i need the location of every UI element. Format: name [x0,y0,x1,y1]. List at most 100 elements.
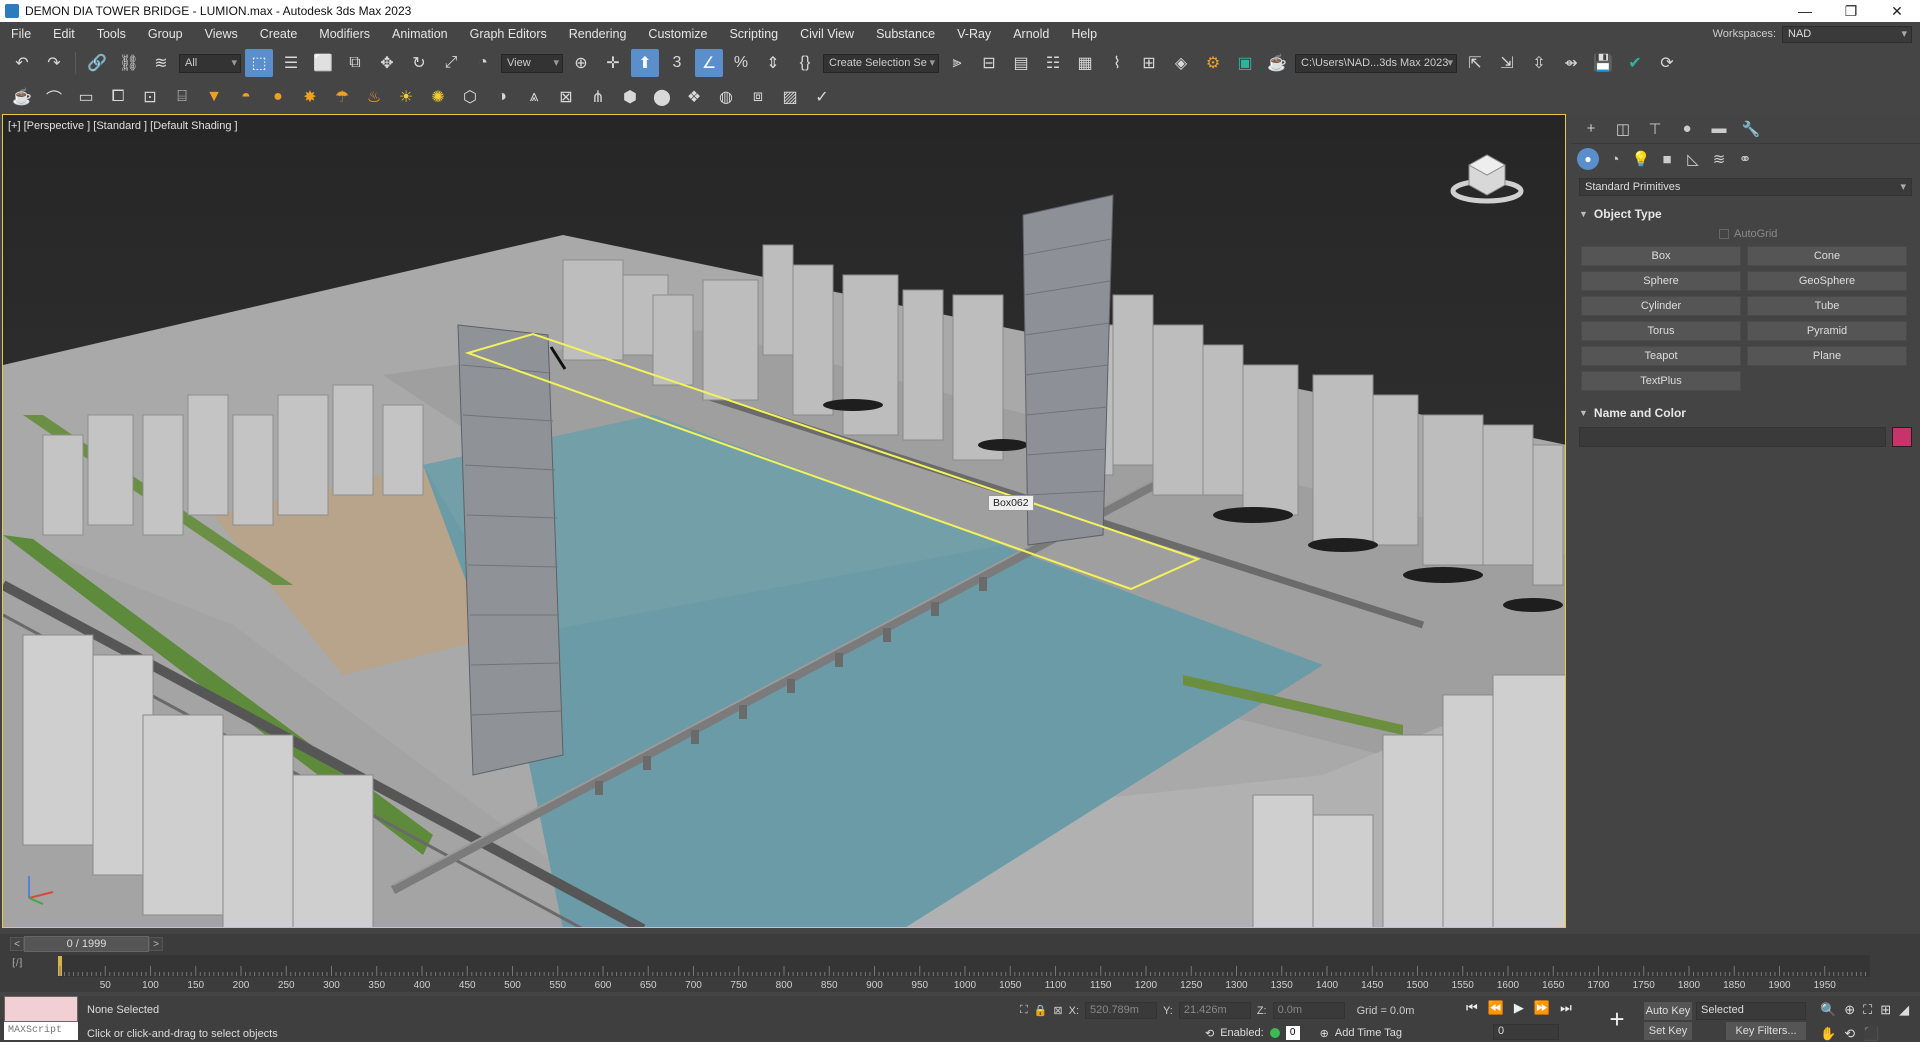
next-frame-icon[interactable]: > [149,937,163,951]
sphere-button[interactable]: Sphere [1581,271,1741,291]
primitive-category-dropdown[interactable]: Standard Primitives [1579,178,1912,196]
schematic-view-icon[interactable]: ⊞ [1135,49,1163,77]
project-icon-3[interactable]: ⇳ [1525,49,1553,77]
project-folder-dropdown[interactable]: C:\Users\NAD...3ds Max 2023 [1295,53,1457,73]
mesh-light-icon[interactable]: ✸ [296,83,324,111]
box-button[interactable]: Box [1581,246,1741,266]
geosphere-button[interactable]: GeoSphere [1747,271,1907,291]
sphere-light-icon[interactable]: ● [264,83,292,111]
box-icon[interactable]: ▭ [72,83,100,111]
percent-snap-icon[interactable]: % [727,49,755,77]
cylinder-button[interactable]: Cylinder [1581,296,1741,316]
vray-clipper-icon[interactable]: ⊠ [552,83,580,111]
sync-icon[interactable]: ⟳ [1653,49,1681,77]
go-to-start-icon[interactable]: ⏮ [1466,1000,1478,1016]
maxscript-listener[interactable]: MAXScript [4,996,78,1042]
textplus-button[interactable]: TextPlus [1581,371,1741,391]
layer-explorer-icon[interactable]: ☷ [1039,49,1067,77]
cameras-icon[interactable]: ■ [1657,151,1677,168]
rotate-icon[interactable]: ↻ [405,49,433,77]
move-icon[interactable]: ✥ [373,49,401,77]
select-manipulate-icon[interactable]: ✛ [599,49,627,77]
display-tab-icon[interactable]: ▬ [1709,120,1729,137]
vray-volume-icon[interactable]: ⬢ [616,83,644,111]
menu-graph-editors[interactable]: Graph Editors [459,27,558,41]
set-key-big-icon[interactable]: + [1600,1002,1634,1036]
helpers-icon[interactable]: ◺ [1683,150,1703,168]
space-warps-icon[interactable]: ≋ [1709,150,1729,168]
isolate-icon[interactable]: ⛶ [1020,1004,1028,1017]
spinner-snap-icon[interactable]: ⇕ [759,49,787,77]
window-crossing-icon[interactable]: ⧉ [341,49,369,77]
lock-icon[interactable]: 🔒 [1034,1004,1048,1017]
field-of-view-icon[interactable]: ◢ [1899,1002,1909,1018]
cone-button[interactable]: Cone [1747,246,1907,266]
prev-frame-icon[interactable]: < [10,937,24,951]
hierarchy-tab-icon[interactable]: ⊤ [1645,120,1665,138]
menu-help[interactable]: Help [1060,27,1108,41]
ies-light-icon[interactable]: ♨ [360,83,388,111]
mesh-icon[interactable]: ⊡ [136,83,164,111]
previous-frame-icon[interactable]: ⏪ [1488,1000,1504,1016]
curve-editor-icon[interactable]: ⌇ [1103,49,1131,77]
save-icon[interactable]: 💾 [1589,49,1617,77]
auto-key-button[interactable]: Auto Key [1644,1002,1692,1020]
lights-icon[interactable]: 💡 [1631,150,1651,168]
current-frame-field[interactable]: 0 [1493,1024,1559,1040]
utilities-tab-icon[interactable]: 🔧 [1741,120,1761,138]
menu-animation[interactable]: Animation [381,27,459,41]
vray-scatter-icon[interactable]: ⋔ [584,83,612,111]
perspective-viewport[interactable]: [+] [Perspective ] [Standard ] [Default … [2,114,1566,928]
play-icon[interactable]: ▶ [1514,1000,1524,1016]
angle-snap-icon[interactable]: ∠ [695,49,723,77]
redo-icon[interactable]: ↷ [40,49,68,77]
menu-edit[interactable]: Edit [42,27,86,41]
mirror-icon[interactable]: ⫸ [943,49,971,77]
track-bar[interactable]: ⁅/⁆ 50 100 150 200 250 300 350 400 450 500 550 600 6… [0,954,1920,992]
bind-spacewarp-icon[interactable]: ≋ [147,49,175,77]
menu-rendering[interactable]: Rendering [558,27,638,41]
pan-icon[interactable]: ✋ [1820,1026,1836,1042]
material-library-icon[interactable]: ❖ [680,83,708,111]
menu-arnold[interactable]: Arnold [1002,27,1060,41]
menu-group[interactable]: Group [137,27,194,41]
render-setup-icon[interactable]: ⚙ [1199,49,1227,77]
modify-tab-icon[interactable]: ◫ [1613,120,1633,138]
zoom-extents-icon[interactable]: ⛶ [1863,1002,1872,1018]
project-icon-1[interactable]: ⇱ [1461,49,1489,77]
enabled-status-icon[interactable] [1269,1028,1280,1038]
menu-create[interactable]: Create [249,27,309,41]
x-coordinate-field[interactable]: 520.789m [1085,1002,1158,1019]
viewcube[interactable] [1449,145,1525,208]
key-selection-dropdown[interactable]: Selected [1696,1002,1806,1020]
menu-file[interactable]: File [0,27,42,41]
maxscript-input[interactable] [4,996,78,1022]
viewport-label[interactable]: [+] [Perspective ] [Standard ] [Default … [8,120,238,132]
go-to-end-icon[interactable]: ⏭ [1560,1000,1572,1016]
zoom-all-icon[interactable]: ⊕ [1844,1002,1855,1018]
light-plane-icon[interactable]: ▼ [200,83,228,111]
teapot-icon[interactable]: ☕ [8,83,36,111]
unlink-icon[interactable]: ⛓ [115,49,143,77]
create-tab-icon[interactable]: + [1581,120,1601,137]
reference-coordinate-dropdown[interactable]: View [501,53,563,73]
spot-light-icon[interactable]: ☂ [328,83,356,111]
menu-substance[interactable]: Substance [865,27,946,41]
vray-plane-icon[interactable]: ◑ [488,83,516,111]
toggle-ribbon-icon[interactable]: ▦ [1071,49,1099,77]
plane-button[interactable]: Plane [1747,346,1907,366]
camera-icon[interactable]: ⌸ [168,83,196,111]
time-slider[interactable]: 0 / 1999 [24,936,149,952]
torus-button[interactable]: Torus [1581,321,1741,341]
material-editor-icon[interactable]: ◈ [1167,49,1195,77]
menu-modifiers[interactable]: Modifiers [308,27,381,41]
object-type-header[interactable]: ▼ Object Type [1579,204,1912,224]
autogrid-checkbox[interactable] [1719,229,1729,239]
tube-button[interactable]: Tube [1747,296,1907,316]
place-icon[interactable]: ◔ [469,49,497,77]
maximize-viewport-icon[interactable]: ⬛ [1863,1026,1879,1042]
select-object-icon[interactable]: ⬚ [245,49,273,77]
object-name-field[interactable] [1579,427,1886,447]
teapot-button[interactable]: Teapot [1581,346,1741,366]
name-color-header[interactable]: ▼ Name and Color [1579,403,1912,423]
